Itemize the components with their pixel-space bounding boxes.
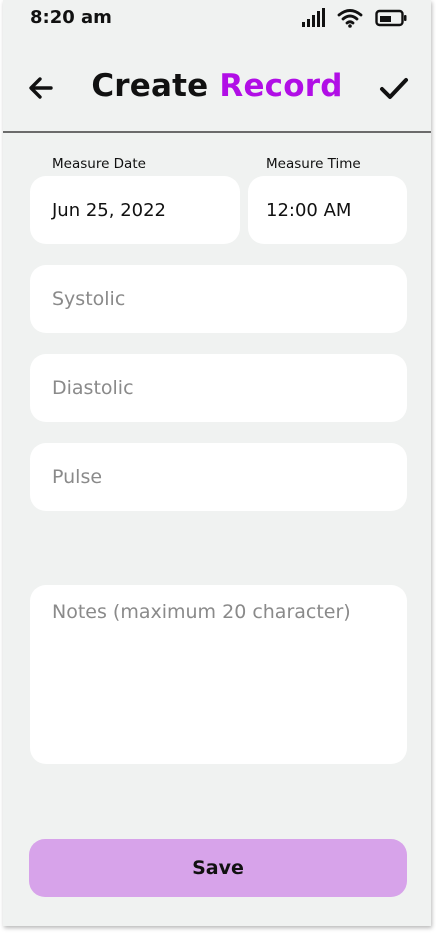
signal-icon: [301, 8, 325, 32]
phone-screen: 8:20 am Create Record Measure Date Measu…: [3, 0, 431, 926]
measure-time-value: 12:00 AM: [266, 199, 352, 221]
systolic-placeholder: Systolic: [52, 288, 126, 310]
pulse-input[interactable]: Pulse: [30, 443, 407, 511]
measure-date-field[interactable]: Jun 25, 2022: [30, 176, 240, 244]
page-title-main: Create: [91, 68, 220, 104]
page-title-accent: Record: [219, 68, 343, 104]
measure-date-label: Measure Date: [52, 156, 146, 172]
status-icons: [289, 8, 407, 32]
notes-textarea[interactable]: Notes (maximum 20 character): [30, 585, 407, 764]
save-button-label: Save: [192, 857, 244, 879]
checkmark-icon: [380, 78, 408, 99]
measure-time-label: Measure Time: [266, 156, 361, 172]
page-title: Create Record: [3, 68, 431, 104]
confirm-button[interactable]: [379, 74, 409, 102]
wifi-icon: [337, 8, 363, 32]
header-divider: [3, 131, 431, 133]
diastolic-placeholder: Diastolic: [52, 377, 134, 399]
notes-placeholder: Notes (maximum 20 character): [52, 601, 351, 623]
measure-date-value: Jun 25, 2022: [52, 199, 167, 221]
battery-icon: [375, 9, 407, 31]
measure-time-field[interactable]: 12:00 AM: [248, 176, 407, 244]
status-bar: 8:20 am: [3, 0, 431, 36]
pulse-placeholder: Pulse: [52, 466, 103, 488]
header: Create Record: [3, 56, 431, 122]
status-time: 8:20 am: [30, 7, 112, 28]
systolic-input[interactable]: Systolic: [30, 265, 407, 333]
save-button[interactable]: Save: [29, 839, 407, 897]
diastolic-input[interactable]: Diastolic: [30, 354, 407, 422]
